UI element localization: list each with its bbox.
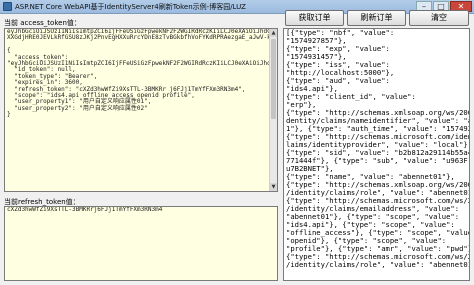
refresh-token-textarea[interactable]: cXZd3hwWfZi9XsTTL-3BMKRrj6FJj1TmYfFXm3RN… [4,206,278,281]
access-token-line: } [7,111,11,119]
clear-button[interactable]: 清空 [409,10,469,26]
access-token-line: XXGdjHRE0JEVLkRfGSU8zJKj2PnvEgHXXuRrcYDn… [7,34,278,42]
claims-textarea[interactable]: [{"type": "nbf", "value": "1574927857"},{… [283,28,470,281]
scroll-down-arrow-icon[interactable]: ▼ [270,183,277,191]
access-token-scrollbar[interactable]: ▲ ▼ [269,29,277,191]
refresh-token-text: cXZd3hwWfZi9XsTTL-3BMKRrj6FJj1TmYfFXm3RN… [5,207,277,213]
scroll-up-arrow-icon[interactable]: ▲ [270,29,277,37]
refresh-orders-button[interactable]: 刷新订单 [347,10,406,26]
app-icon [3,2,12,11]
access-token-label: 当前 access_token值： [4,19,81,27]
claims-text: [{"type": "nbf", "value": "1574927857"},{… [284,29,469,269]
claims-line: /identity/claims/role", "value": "abenne… [286,260,470,269]
refresh-token-line: cXZd3hwWfZi9XsTTL-3BMKRrj6FJj1TmYfFXm3RN… [7,206,163,213]
get-orders-button[interactable]: 获取订单 [285,10,344,26]
window-title: ASP.NET Core WebAPI基于IdentityServer4刷新To… [15,3,246,11]
scroll-thumb[interactable] [271,39,276,119]
access-token-text: eyJhbGciOiJSUzI1NiIsImtpZCI6IjFFeUSiGzFp… [5,29,277,119]
access-token-textarea[interactable]: eyJhbGciOiJSUzI1NiIsImtpZCI6IjFFeUSiGzFp… [4,28,278,192]
